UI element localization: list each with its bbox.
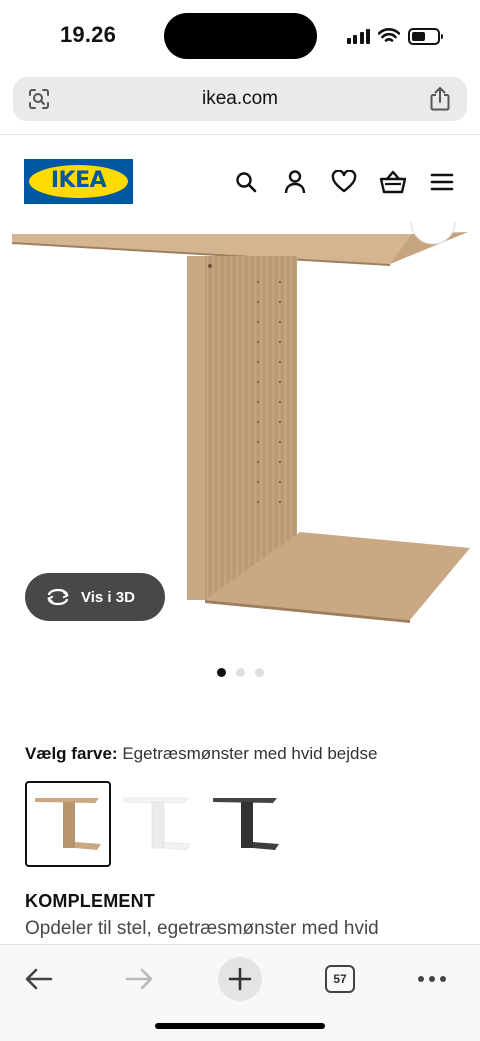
back-arrow-icon: [25, 968, 53, 990]
status-bar: 19.26: [0, 0, 480, 72]
cellular-signal-icon: [346, 28, 370, 44]
heart-icon[interactable]: [330, 168, 358, 196]
black-brown-divider-thumbnail: [213, 798, 279, 850]
plus-icon: [228, 967, 252, 991]
dynamic-island: [164, 13, 317, 59]
view-in-3d-label: Vis i 3D: [81, 588, 135, 606]
logo-text: IKEA: [50, 168, 107, 193]
status-icons: [346, 26, 443, 46]
new-tab-button[interactable]: [218, 957, 262, 1001]
color-label-prefix: Vælg farve:: [25, 744, 118, 763]
rotate-3d-icon: [47, 588, 69, 606]
swatch-white[interactable]: [114, 781, 200, 867]
divider: [0, 134, 480, 135]
view-in-3d-button[interactable]: Vis i 3D: [25, 573, 165, 621]
share-icon[interactable]: [429, 86, 451, 112]
basket-icon[interactable]: [379, 168, 407, 196]
address-bar[interactable]: ikea.com: [13, 77, 467, 121]
battery-icon: [408, 27, 443, 45]
menu-icon[interactable]: [428, 168, 456, 196]
url-text[interactable]: ikea.com: [13, 88, 467, 110]
forward-arrow-icon: [125, 968, 153, 990]
product-name: KOMPLEMENT: [25, 891, 155, 911]
wifi-icon: [378, 28, 400, 42]
white-divider-thumbnail: [123, 797, 191, 851]
header-actions: [232, 168, 456, 196]
home-indicator: [155, 1023, 325, 1029]
status-time: 19.26: [60, 22, 117, 47]
user-icon[interactable]: [281, 168, 309, 196]
tabs-button[interactable]: 57: [318, 957, 362, 1001]
carousel-dot[interactable]: [235, 668, 245, 677]
color-selection-label: Vælg farve: Egetræsmønster med hvid bejd…: [25, 744, 377, 764]
forward-button[interactable]: [117, 957, 161, 1001]
product-description: Opdeler til stel, egetræsmønster med hvi…: [25, 918, 379, 939]
swatch-black-brown[interactable]: [203, 781, 289, 867]
swatch-oak-effect[interactable]: [25, 781, 111, 867]
more-dots-icon: [418, 976, 446, 982]
color-swatches: [25, 781, 289, 867]
oak-divider-thumbnail: [35, 798, 101, 850]
carousel-dot[interactable]: [254, 668, 264, 677]
selected-color-value: Egetræsmønster med hvid bejdse: [122, 744, 378, 763]
ikea-logo[interactable]: IKEA: [24, 159, 133, 204]
tab-count: 57: [325, 965, 355, 993]
more-button[interactable]: [410, 957, 454, 1001]
back-button[interactable]: [17, 957, 61, 1001]
image-carousel-dots: [0, 668, 480, 677]
search-icon[interactable]: [232, 168, 260, 196]
carousel-dot[interactable]: [216, 668, 226, 677]
